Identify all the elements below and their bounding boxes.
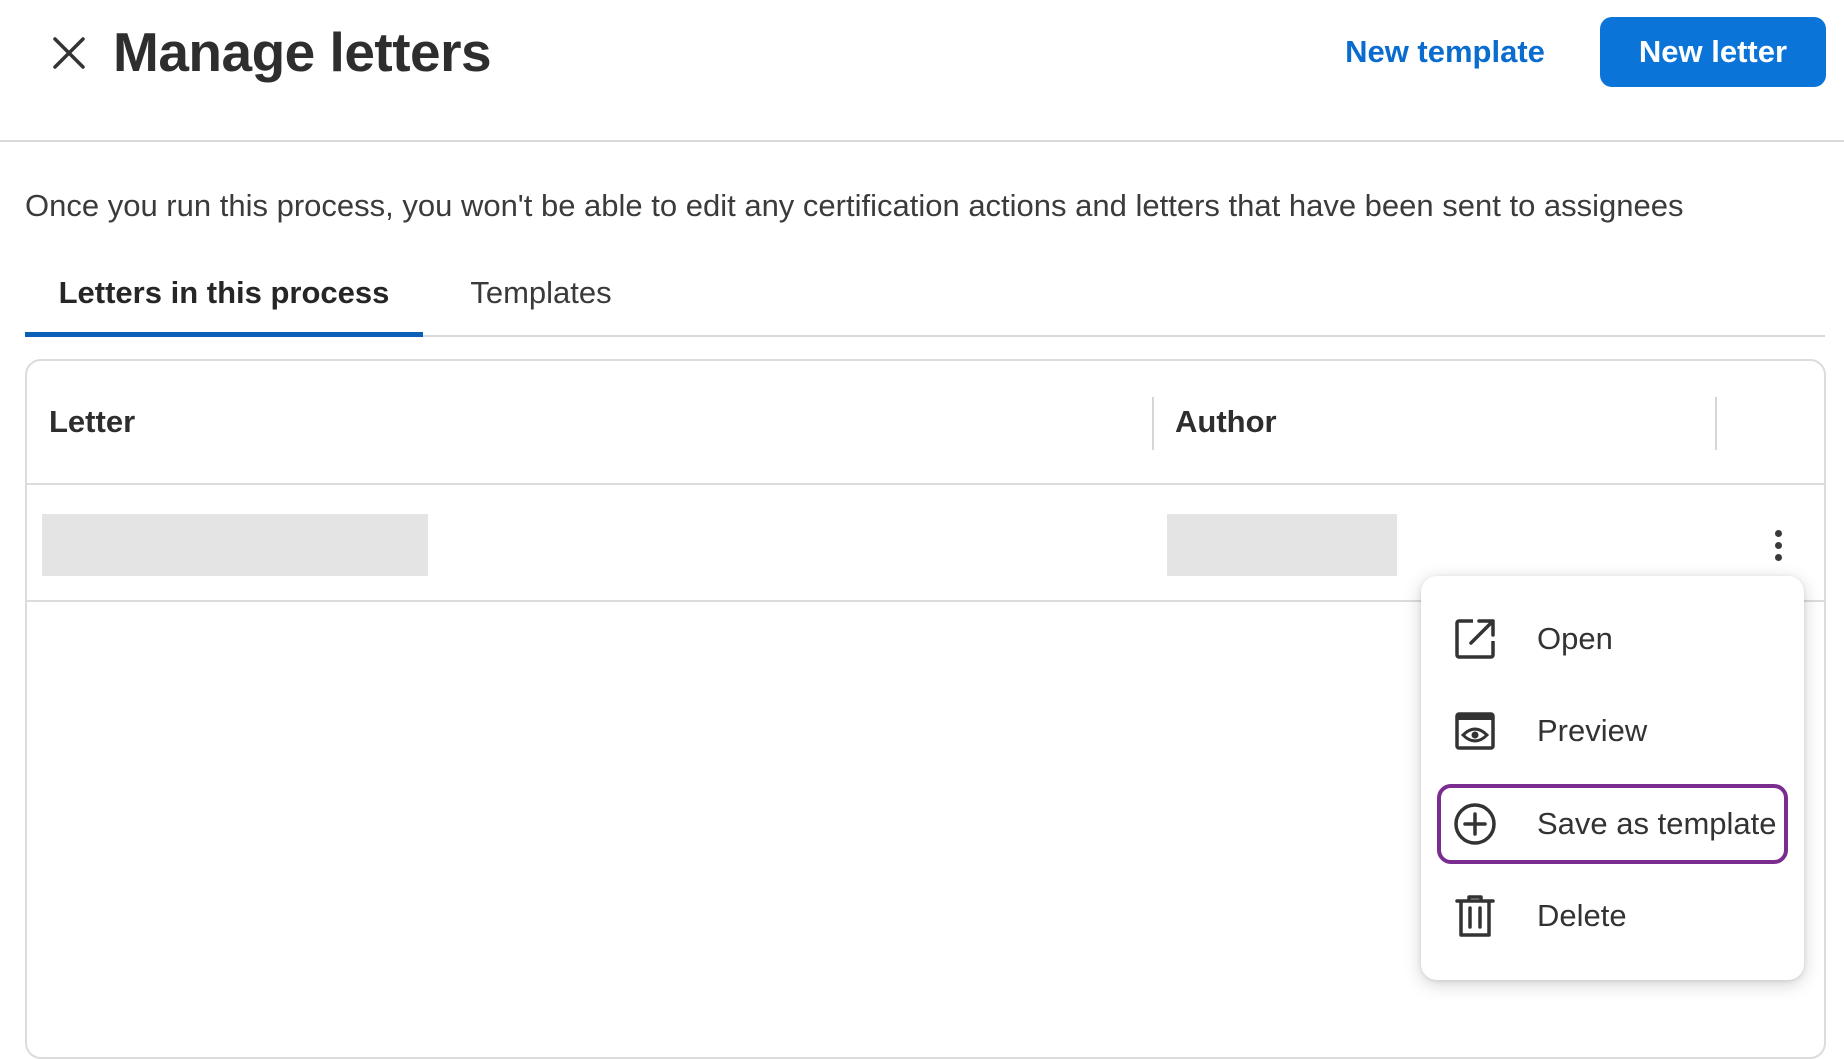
new-letter-button[interactable]: New letter (1600, 17, 1826, 87)
active-tab-indicator (25, 332, 423, 337)
column-header-author[interactable]: Author (1175, 361, 1277, 483)
more-vertical-icon-dot (1774, 553, 1782, 561)
menu-item-label: Open (1537, 621, 1613, 656)
menu-item-delete[interactable]: Delete (1437, 876, 1788, 956)
tab-bar: Letters in this process Templates (25, 250, 1825, 337)
more-vertical-icon (1774, 529, 1782, 537)
tab-label: Letters in this process (58, 274, 390, 310)
menu-item-save-as-template[interactable]: Save as template (1437, 784, 1788, 864)
close-button[interactable] (46, 30, 92, 76)
new-template-button[interactable]: New template (1325, 28, 1565, 76)
page-header: Manage letters New template New letter (0, 0, 1844, 142)
table-header: Letter Author (27, 361, 1824, 485)
plus-circle-icon (1452, 801, 1498, 847)
tab-templates[interactable]: Templates (450, 250, 632, 335)
column-divider[interactable] (1152, 397, 1154, 450)
tab-letters-in-process[interactable]: Letters in this process (25, 250, 423, 337)
column-divider[interactable] (1715, 397, 1717, 450)
close-icon (53, 37, 85, 69)
menu-item-open[interactable]: Open (1437, 599, 1788, 679)
trash-icon (1452, 893, 1498, 939)
process-notice: Once you run this process, you won't be … (25, 188, 1684, 223)
open-external-icon (1452, 616, 1498, 662)
tab-label: Templates (470, 274, 612, 310)
letter-name-placeholder (42, 514, 428, 576)
more-vertical-icon-dot (1774, 541, 1782, 549)
preview-eye-icon (1452, 708, 1498, 754)
author-name-placeholder (1167, 514, 1397, 576)
menu-item-label: Delete (1537, 898, 1627, 933)
menu-item-label: Save as template (1537, 806, 1777, 841)
menu-item-preview[interactable]: Preview (1437, 691, 1788, 771)
page-title: Manage letters (113, 21, 492, 83)
column-header-letter[interactable]: Letter (49, 361, 135, 483)
menu-item-label: Preview (1537, 713, 1648, 748)
row-actions-button[interactable] (1760, 525, 1796, 565)
row-actions-menu: Open Preview Save as template Delete (1421, 576, 1804, 980)
